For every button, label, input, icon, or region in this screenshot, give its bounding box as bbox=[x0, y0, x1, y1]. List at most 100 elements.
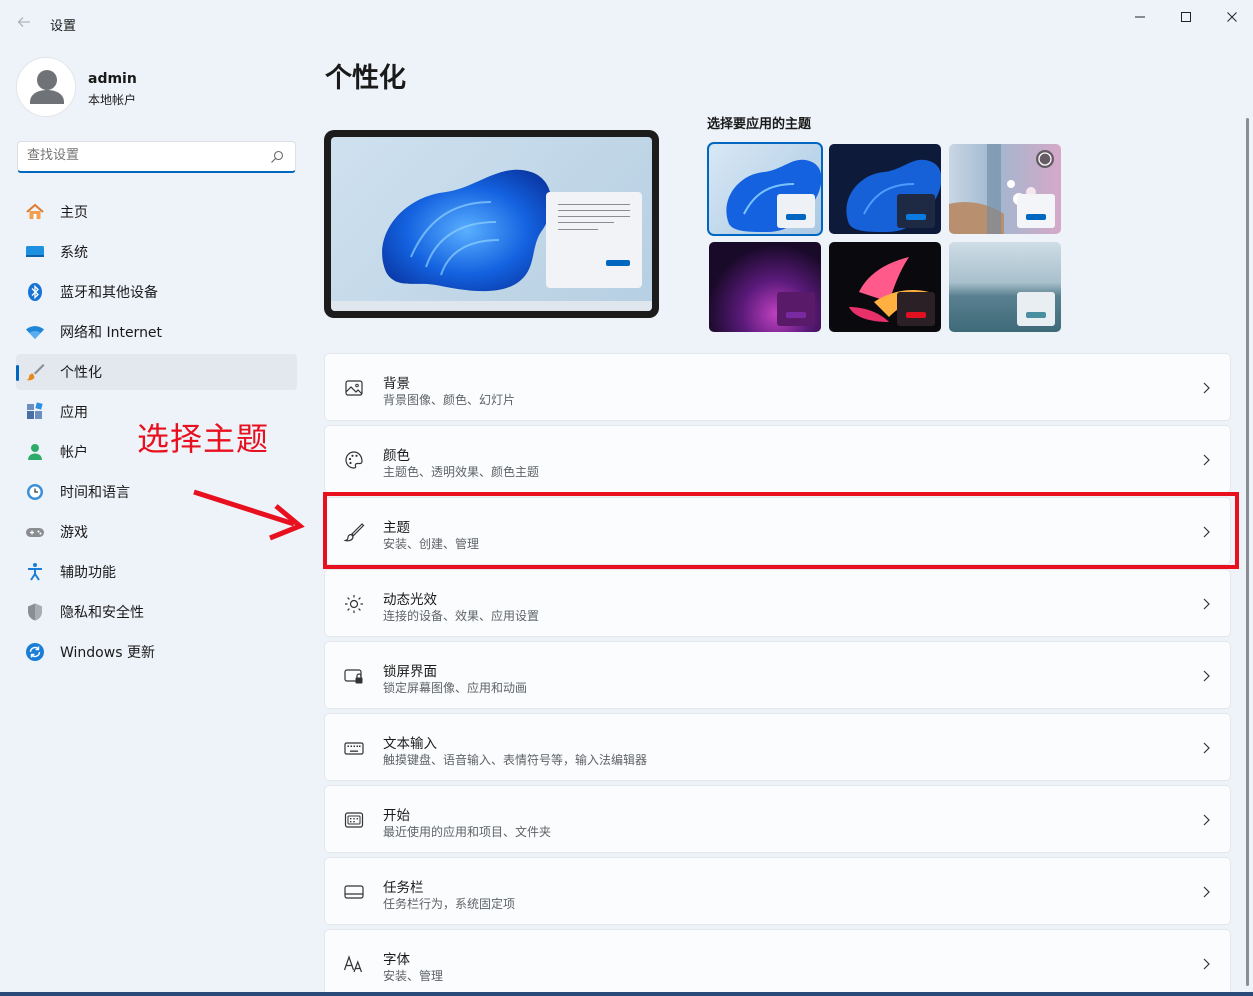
row-title: 动态光效 bbox=[383, 592, 437, 608]
setting-row-taskbar[interactable]: 任务栏 任务栏行为，系统固定项 bbox=[324, 857, 1231, 925]
preview-taskbar bbox=[331, 301, 652, 311]
themes-label: 选择要应用的主题 bbox=[707, 117, 812, 132]
theme-windows-dark[interactable] bbox=[829, 144, 941, 234]
system-icon bbox=[24, 241, 46, 263]
sidebar-item-label: 帐户 bbox=[60, 445, 88, 461]
accessibility-icon bbox=[24, 561, 46, 583]
sidebar-item-label: 个性化 bbox=[60, 365, 102, 381]
palette-icon bbox=[343, 449, 365, 471]
row-subtitle: 主题色、透明效果、颜色主题 bbox=[383, 465, 540, 479]
minimize-icon[interactable] bbox=[1117, 0, 1163, 34]
account-type: 本地帐户 bbox=[88, 93, 137, 107]
row-subtitle: 安装、管理 bbox=[383, 969, 444, 983]
sidebar-item-label: 系统 bbox=[60, 245, 88, 261]
setting-row-start[interactable]: 开始 最近使用的应用和项目、文件夹 bbox=[324, 785, 1231, 853]
theme-grid bbox=[707, 142, 1063, 334]
row-title: 文本输入 bbox=[383, 736, 437, 752]
chevron-right-icon bbox=[1203, 814, 1210, 826]
row-subtitle: 最近使用的应用和项目、文件夹 bbox=[383, 825, 552, 839]
bluetooth-icon bbox=[24, 281, 46, 303]
annotation-arrow-icon bbox=[193, 489, 305, 541]
setting-row-themes[interactable]: 主题 安装、创建、管理 bbox=[324, 497, 1231, 565]
home-icon bbox=[24, 201, 46, 223]
row-subtitle: 触摸键盘、语音输入、表情符号等，输入法编辑器 bbox=[383, 753, 648, 767]
lock-screen-icon bbox=[343, 665, 365, 687]
sidebar-item-label: 辅助功能 bbox=[60, 565, 116, 581]
chevron-right-icon bbox=[1203, 670, 1210, 682]
sidebar-item-label: 蓝牙和其他设备 bbox=[60, 285, 158, 301]
setting-row-fonts[interactable]: 字体 安装、管理 bbox=[324, 929, 1231, 996]
lighting-icon bbox=[343, 593, 365, 615]
page-title: 个性化 bbox=[325, 63, 406, 94]
sidebar-item-windows-update[interactable]: Windows 更新 bbox=[16, 634, 297, 670]
chevron-right-icon bbox=[1203, 454, 1210, 466]
back-arrow-icon[interactable] bbox=[14, 14, 34, 34]
row-title: 字体 bbox=[383, 952, 410, 968]
brush-icon bbox=[24, 361, 46, 383]
scrollbar[interactable] bbox=[1246, 118, 1249, 986]
desktop-strip bbox=[0, 992, 1253, 996]
sidebar-item-label: 应用 bbox=[60, 405, 88, 421]
sidebar-item-home[interactable]: 主页 bbox=[16, 194, 297, 230]
app-title: 设置 bbox=[50, 19, 77, 34]
sidebar-item-label: 主页 bbox=[60, 205, 88, 221]
desktop-preview bbox=[331, 137, 652, 311]
sidebar-item-bluetooth[interactable]: 蓝牙和其他设备 bbox=[16, 274, 297, 310]
row-title: 锁屏界面 bbox=[383, 664, 437, 680]
sidebar-item-label: Windows 更新 bbox=[60, 645, 155, 661]
close-icon[interactable] bbox=[1209, 0, 1253, 34]
maximize-icon[interactable] bbox=[1163, 0, 1209, 34]
search-icon[interactable] bbox=[270, 150, 284, 164]
theme-glow[interactable] bbox=[709, 242, 821, 332]
sidebar-item-label: 隐私和安全性 bbox=[60, 605, 144, 621]
sidebar-item-system[interactable]: 系统 bbox=[16, 234, 297, 270]
personalization-settings-list: 背景 背景图像、颜色、幻灯片 颜色 主题色、透明效果、颜色主题 主题 安装、创建… bbox=[324, 353, 1231, 996]
setting-row-text-input[interactable]: 文本输入 触摸键盘、语音输入、表情符号等，输入法编辑器 bbox=[324, 713, 1231, 781]
chevron-right-icon bbox=[1203, 382, 1210, 394]
row-title: 颜色 bbox=[383, 448, 410, 464]
chevron-right-icon bbox=[1203, 742, 1210, 754]
search-input[interactable] bbox=[27, 148, 267, 163]
row-subtitle: 连接的设备、效果、应用设置 bbox=[383, 609, 540, 623]
sidebar-item-accessibility[interactable]: 辅助功能 bbox=[16, 554, 297, 590]
setting-row-lock-screen[interactable]: 锁屏界面 锁定屏幕图像、应用和动画 bbox=[324, 641, 1231, 709]
row-title: 开始 bbox=[383, 808, 410, 824]
theme-preview bbox=[324, 130, 659, 318]
chevron-right-icon bbox=[1203, 598, 1210, 610]
shield-icon bbox=[24, 601, 46, 623]
update-icon bbox=[24, 641, 46, 663]
sidebar-item-label: 时间和语言 bbox=[60, 485, 130, 501]
search-box[interactable] bbox=[17, 141, 296, 173]
wifi-icon bbox=[24, 321, 46, 343]
row-subtitle: 安装、创建、管理 bbox=[383, 537, 480, 551]
setting-row-dynamic-lighting[interactable]: 动态光效 连接的设备、效果、应用设置 bbox=[324, 569, 1231, 637]
annotation-text: 选择主题 bbox=[137, 420, 270, 458]
keyboard-icon bbox=[343, 737, 365, 759]
row-title: 背景 bbox=[383, 376, 410, 392]
theme-flow[interactable] bbox=[949, 242, 1061, 332]
row-subtitle: 背景图像、颜色、幻灯片 bbox=[383, 393, 516, 407]
theme-windows-light[interactable] bbox=[707, 142, 823, 236]
gamepad-icon bbox=[24, 521, 46, 543]
setting-row-colors[interactable]: 颜色 主题色、透明效果、颜色主题 bbox=[324, 425, 1231, 493]
row-subtitle: 锁定屏幕图像、应用和动画 bbox=[383, 681, 528, 695]
avatar bbox=[16, 57, 76, 117]
title-bar: 设置 bbox=[0, 0, 1253, 48]
image-icon bbox=[343, 377, 365, 399]
fonts-icon bbox=[343, 953, 365, 975]
theme-captured-motion[interactable] bbox=[829, 242, 941, 332]
start-icon bbox=[343, 809, 365, 831]
user-name: admin bbox=[88, 71, 137, 87]
setting-row-background[interactable]: 背景 背景图像、颜色、幻灯片 bbox=[324, 353, 1231, 421]
chevron-right-icon bbox=[1203, 958, 1210, 970]
chevron-right-icon bbox=[1203, 526, 1210, 538]
apps-icon bbox=[24, 401, 46, 423]
sidebar-item-label: 网络和 Internet bbox=[60, 325, 163, 341]
account-icon bbox=[24, 441, 46, 463]
sidebar-item-personalization[interactable]: 个性化 bbox=[16, 354, 297, 390]
sidebar-item-network[interactable]: 网络和 Internet bbox=[16, 314, 297, 350]
theme-spotlight[interactable] bbox=[949, 144, 1061, 234]
preview-window bbox=[546, 192, 642, 288]
chevron-right-icon bbox=[1203, 886, 1210, 898]
sidebar-item-privacy[interactable]: 隐私和安全性 bbox=[16, 594, 297, 630]
